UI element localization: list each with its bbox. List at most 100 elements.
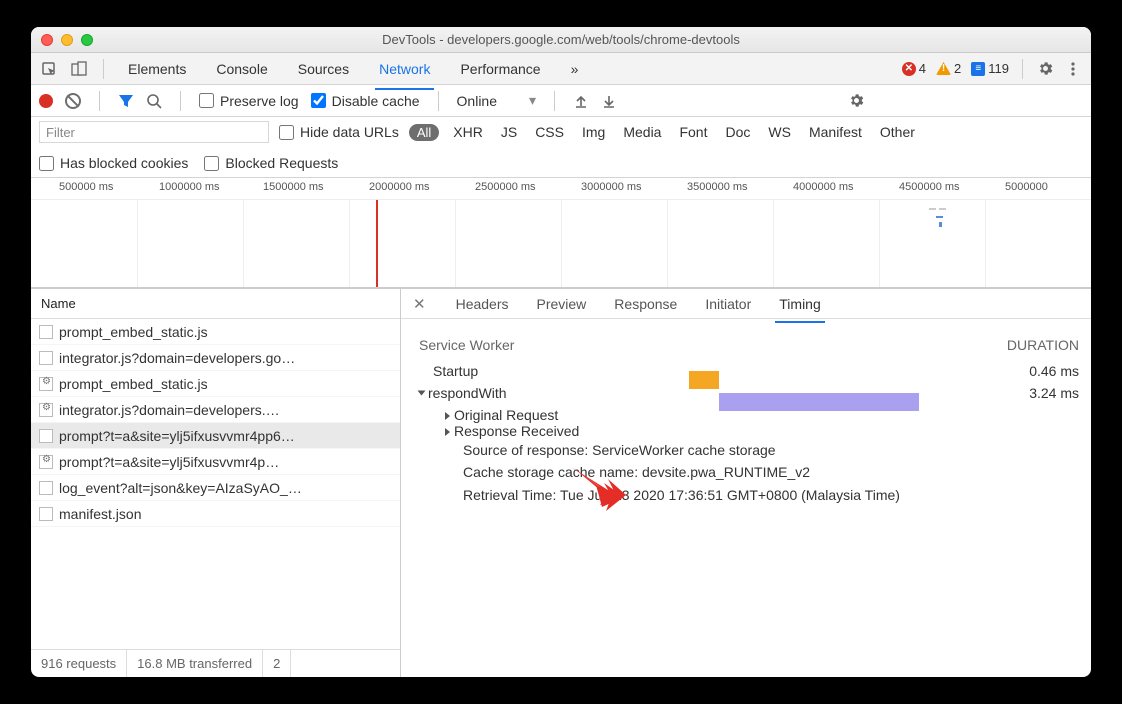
detail-tab-preview[interactable]: Preview xyxy=(535,292,589,316)
request-list-header[interactable]: Name xyxy=(31,289,400,319)
filter-type-doc[interactable]: Doc xyxy=(721,123,754,141)
request-name: prompt_embed_static.js xyxy=(59,376,208,392)
startup-label: Startup xyxy=(419,363,599,379)
window-titlebar: DevTools - developers.google.com/web/too… xyxy=(31,27,1091,53)
timing-detail: Service Worker DURATION Startup 0.46 ms … xyxy=(401,319,1091,677)
settings-icon[interactable] xyxy=(1033,57,1057,81)
download-har-icon[interactable] xyxy=(601,93,617,109)
filter-type-css[interactable]: CSS xyxy=(531,123,568,141)
tab-sources[interactable]: Sources xyxy=(294,55,353,83)
timeline-cursor[interactable] xyxy=(376,200,378,287)
window-title: DevTools - developers.google.com/web/too… xyxy=(31,32,1091,47)
request-list-panel: Name prompt_embed_static.js integrator.js… xyxy=(31,289,401,677)
network-toolbar: Preserve log Disable cache Online▾ xyxy=(31,85,1091,117)
error-icon: ✕ xyxy=(902,62,916,76)
filter-type-other[interactable]: Other xyxy=(876,123,919,141)
timeline-ruler: 500000 ms 1000000 ms 1500000 ms 2000000 … xyxy=(31,178,1091,200)
filter-type-js[interactable]: JS xyxy=(497,123,521,141)
file-icon xyxy=(39,351,53,365)
request-row[interactable]: integrator.js?domain=developers.… xyxy=(31,397,400,423)
blocked-requests-checkbox[interactable]: Blocked Requests xyxy=(204,155,338,171)
gear-file-icon xyxy=(39,403,53,417)
response-received-toggle[interactable]: Response Received xyxy=(445,423,1079,439)
respondwith-bar xyxy=(719,393,919,411)
request-list-footer: 916 requests 16.8 MB transferred 2 xyxy=(31,649,400,677)
request-row[interactable]: prompt_embed_static.js xyxy=(31,371,400,397)
detail-tab-response[interactable]: Response xyxy=(612,292,679,316)
footer-requests: 916 requests xyxy=(31,650,127,677)
filter-toggle-icon[interactable] xyxy=(118,93,134,109)
hide-data-urls-checkbox[interactable]: Hide data URLs xyxy=(279,124,399,140)
filter-input[interactable]: Filter xyxy=(39,121,269,143)
kebab-menu-icon[interactable] xyxy=(1061,57,1085,81)
timing-section-title: Service Worker xyxy=(419,337,514,353)
disable-cache-checkbox[interactable]: Disable cache xyxy=(311,93,420,109)
request-row[interactable]: integrator.js?domain=developers.go… xyxy=(31,345,400,371)
device-toggle-icon[interactable] xyxy=(67,57,91,81)
message-icon: ≡ xyxy=(971,62,985,76)
preserve-log-checkbox[interactable]: Preserve log xyxy=(199,93,299,109)
request-name: prompt?t=a&site=ylj5ifxusvvmr4p… xyxy=(59,454,279,470)
filter-type-img[interactable]: Img xyxy=(578,123,609,141)
timeline-overview[interactable]: 500000 ms 1000000 ms 1500000 ms 2000000 … xyxy=(31,178,1091,288)
filter-type-font[interactable]: Font xyxy=(675,123,711,141)
tab-console[interactable]: Console xyxy=(212,55,271,83)
tabs-overflow[interactable]: » xyxy=(567,55,583,83)
tab-network[interactable]: Network xyxy=(375,55,434,83)
request-row[interactable]: prompt?t=a&site=ylj5ifxusvvmr4pp6… xyxy=(31,423,400,449)
error-count[interactable]: ✕4 xyxy=(899,61,929,76)
detail-tab-headers[interactable]: Headers xyxy=(454,292,511,316)
request-name: manifest.json xyxy=(59,506,141,522)
tab-elements[interactable]: Elements xyxy=(124,55,190,83)
file-icon xyxy=(39,507,53,521)
detail-tab-initiator[interactable]: Initiator xyxy=(703,292,753,316)
request-name: prompt_embed_static.js xyxy=(59,324,208,340)
network-split: Name prompt_embed_static.js integrator.js… xyxy=(31,288,1091,677)
file-icon xyxy=(39,325,53,339)
network-settings-icon[interactable] xyxy=(848,92,865,109)
throttle-select[interactable]: Online▾ xyxy=(457,92,537,109)
warning-count[interactable]: !2 xyxy=(933,61,964,76)
message-count[interactable]: ≡119 xyxy=(968,61,1012,76)
file-icon xyxy=(39,481,53,495)
filter-type-all[interactable]: All xyxy=(409,124,439,141)
footer-transferred: 16.8 MB transferred xyxy=(127,650,263,677)
gear-file-icon xyxy=(39,455,53,469)
filter-type-ws[interactable]: WS xyxy=(764,123,795,141)
filter-type-xhr[interactable]: XHR xyxy=(449,123,487,141)
separator xyxy=(1022,59,1023,79)
separator xyxy=(554,91,555,111)
filter-type-media[interactable]: Media xyxy=(619,123,665,141)
cache-name: Cache storage cache name: devsite.pwa_RU… xyxy=(463,461,1079,483)
devtools-window: DevTools - developers.google.com/web/too… xyxy=(31,27,1091,677)
inspect-element-icon[interactable] xyxy=(37,57,61,81)
file-icon xyxy=(39,429,53,443)
blocked-cookies-checkbox[interactable]: Has blocked cookies xyxy=(39,155,188,171)
request-name: prompt?t=a&site=ylj5ifxusvvmr4pp6… xyxy=(59,428,295,444)
chevron-right-icon xyxy=(445,412,450,420)
main-tab-list: Elements Console Sources Network Perform… xyxy=(124,55,582,83)
warning-icon: ! xyxy=(936,62,951,75)
search-icon[interactable] xyxy=(146,93,162,109)
respondwith-toggle[interactable]: respondWith xyxy=(419,385,599,401)
separator xyxy=(99,91,100,111)
filter-type-manifest[interactable]: Manifest xyxy=(805,123,866,141)
detail-tab-timing[interactable]: Timing xyxy=(777,292,823,316)
request-row[interactable]: log_event?alt=json&key=AIzaSyAO_… xyxy=(31,475,400,501)
respondwith-duration: 3.24 ms xyxy=(999,385,1079,401)
network-filter-row: Filter Hide data URLs All XHR JS CSS Img… xyxy=(31,117,1091,178)
clear-button[interactable] xyxy=(65,93,81,109)
request-row[interactable]: prompt?t=a&site=ylj5ifxusvvmr4p… xyxy=(31,449,400,475)
request-detail-panel: ✕ Headers Preview Response Initiator Tim… xyxy=(401,289,1091,677)
tab-performance[interactable]: Performance xyxy=(456,55,544,83)
request-row[interactable]: prompt_embed_static.js xyxy=(31,319,400,345)
upload-har-icon[interactable] xyxy=(573,93,589,109)
source-of-response: Source of response: ServiceWorker cache … xyxy=(463,439,1079,461)
detail-tabstrip: ✕ Headers Preview Response Initiator Tim… xyxy=(401,289,1091,319)
footer-extra: 2 xyxy=(263,650,291,677)
separator xyxy=(438,91,439,111)
request-row[interactable]: manifest.json xyxy=(31,501,400,527)
request-name: log_event?alt=json&key=AIzaSyAO_… xyxy=(59,480,302,496)
close-detail-button[interactable]: ✕ xyxy=(409,295,430,313)
record-button[interactable] xyxy=(39,94,53,108)
